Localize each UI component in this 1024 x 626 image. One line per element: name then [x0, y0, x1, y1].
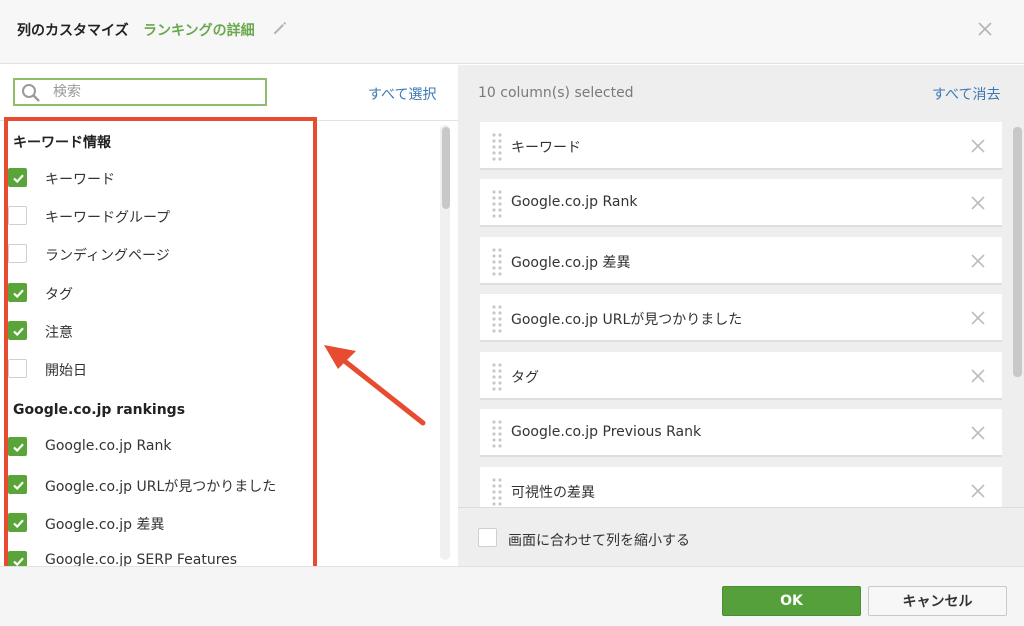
close-icon[interactable] — [970, 483, 986, 499]
drag-handle-icon[interactable] — [492, 190, 502, 218]
search-box[interactable] — [13, 78, 267, 106]
drag-handle-icon[interactable] — [492, 133, 502, 161]
column-label: Google.co.jp URLが見つかりました — [511, 312, 743, 328]
selected-count: 10 column(s) selected — [478, 85, 634, 101]
drag-handle-icon[interactable] — [492, 305, 502, 333]
selected-columns-panel: 10 column(s) selected すべて消去 キーワード Google… — [458, 65, 1024, 566]
clear-all-link[interactable]: すべて消去 — [932, 84, 1000, 104]
selected-column-item[interactable]: キーワード — [480, 122, 1002, 170]
search-icon — [22, 84, 40, 102]
selected-column-item[interactable]: Google.co.jp Previous Rank — [480, 409, 1002, 457]
selected-column-item[interactable]: タグ — [480, 352, 1002, 400]
selected-column-item[interactable]: Google.co.jp URLが見つかりました — [480, 294, 1002, 342]
close-icon[interactable] — [970, 425, 986, 441]
drag-handle-icon[interactable] — [492, 248, 502, 276]
search-input[interactable] — [53, 82, 253, 102]
arrow-annotation-icon — [324, 345, 426, 426]
column-label: タグ — [511, 370, 539, 386]
pencil-icon[interactable] — [271, 19, 289, 37]
dialog-subtitle: ランキングの詳細 — [143, 23, 255, 39]
shrink-option-bar: 画面に合わせて列を縮小する — [458, 507, 1024, 566]
selected-column-item[interactable]: Google.co.jp 差異 — [480, 237, 1002, 285]
scrollbar-thumb[interactable] — [442, 127, 450, 209]
column-label: キーワード — [511, 140, 581, 156]
dialog-header: 列のカスタマイズ ランキングの詳細 — [0, 0, 1024, 64]
scrollbar-thumb[interactable] — [1013, 127, 1022, 377]
column-label: Google.co.jp 差異 — [511, 255, 631, 271]
dialog-footer: OK キャンセル — [0, 566, 1024, 626]
ok-button[interactable]: OK — [722, 586, 861, 616]
close-icon[interactable] — [970, 253, 986, 269]
dialog-title: 列のカスタマイズ — [17, 23, 129, 39]
selected-column-item[interactable]: Google.co.jp Rank — [480, 179, 1002, 227]
close-icon[interactable] — [970, 368, 986, 384]
drag-handle-icon[interactable] — [492, 478, 502, 506]
drag-handle-icon[interactable] — [492, 420, 502, 448]
select-all-link[interactable]: すべて選択 — [368, 84, 436, 104]
close-icon[interactable] — [970, 310, 986, 326]
cancel-button[interactable]: キャンセル — [868, 586, 1007, 616]
close-icon[interactable] — [970, 195, 986, 211]
highlight-annotation-box — [4, 117, 317, 572]
column-label: 可視性の差異 — [511, 485, 595, 501]
drag-handle-icon[interactable] — [492, 363, 502, 391]
column-label: Google.co.jp Previous Rank — [511, 424, 702, 440]
close-icon[interactable] — [970, 138, 986, 154]
close-icon[interactable] — [976, 20, 994, 38]
column-label: Google.co.jp Rank — [511, 194, 638, 210]
shrink-to-fit-checkbox[interactable] — [478, 528, 497, 547]
shrink-to-fit-label[interactable]: 画面に合わせて列を縮小する — [508, 530, 690, 550]
